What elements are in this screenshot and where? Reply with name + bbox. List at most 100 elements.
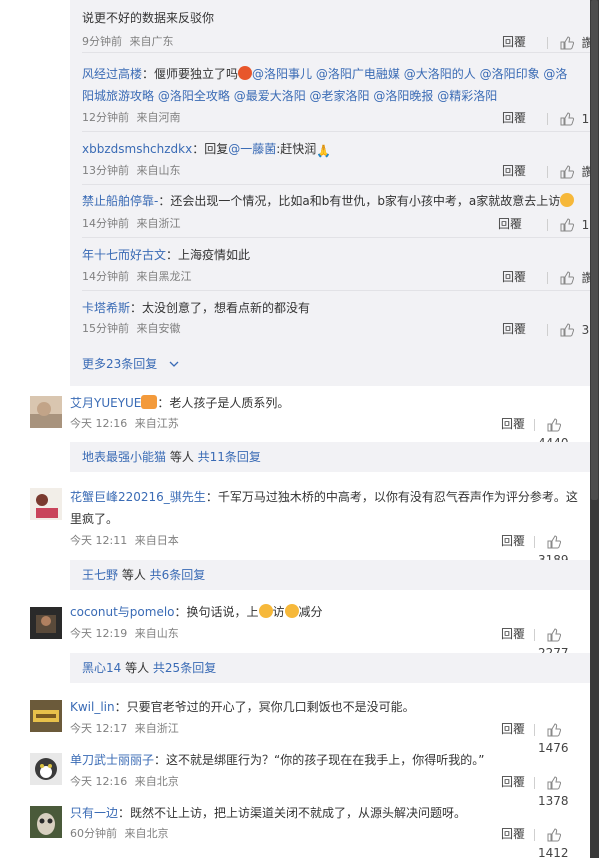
location: 来自山东 — [134, 627, 179, 640]
mention-link[interactable]: @老家洛阳 — [310, 89, 370, 103]
reply-button[interactable]: 回覆 — [501, 720, 525, 738]
comment-meta: 今天 12:17 来自浙江 — [70, 720, 179, 738]
comment-body: ：老人孩子是人质系列。 — [157, 396, 290, 410]
like-button[interactable]: 1476 — [534, 720, 579, 755]
summary-count-link[interactable]: 共11条回复 — [198, 450, 261, 464]
username-link[interactable]: Kwil_lin — [70, 700, 115, 714]
sub-comment-meta: 14分钟前 来自黑龙江 — [82, 268, 192, 286]
reply-summary[interactable]: 王七野 等人 共6条回复 — [70, 560, 590, 590]
like-button[interactable]: 讚 — [547, 268, 590, 286]
reply-button[interactable]: 回覆 — [501, 773, 525, 791]
reply-button[interactable]: 回覆 — [502, 320, 526, 338]
avatar[interactable] — [30, 806, 62, 838]
like-button[interactable]: 1412 — [534, 825, 579, 858]
comment-meta: 今天 12:16 来自北京 — [70, 773, 179, 791]
divider — [534, 535, 535, 548]
divider — [547, 36, 548, 49]
like-button[interactable]: 2277 — [534, 625, 579, 660]
username-link[interactable]: 禁止船舶停靠- — [82, 194, 158, 208]
timestamp: 12分钟前 — [82, 111, 129, 124]
sub-comment-body: ：太没创意了，想看点新的都没有 — [130, 301, 311, 315]
reply-button[interactable]: 回覆 — [501, 415, 525, 433]
reply-button[interactable]: 回覆 — [502, 33, 526, 51]
mention-link[interactable]: @大洛阳的人 — [404, 67, 476, 81]
reply-button[interactable]: 回覆 — [501, 625, 525, 643]
location: 来自河南 — [136, 111, 181, 124]
comment-body: 访 — [272, 605, 285, 619]
scrollbar-thumb[interactable] — [591, 0, 598, 500]
like-button[interactable]: 3189 — [534, 532, 579, 567]
reply-button[interactable]: 回覆 — [502, 162, 526, 180]
reply-summary[interactable]: 地表最强小能猫 等人 共11条回复 — [70, 442, 590, 472]
mention-link[interactable]: @最爱大洛阳 — [234, 89, 306, 103]
comment-text: 只有一边：既然不让上访，把上访渠道关闭不就成了，从源头解决问题呀。 — [70, 802, 584, 824]
reply-button[interactable]: 回覆 — [498, 215, 522, 233]
like-count: 讚 — [581, 270, 590, 285]
sub-comment-text: 年十七而好古文：上海疫情如此 — [82, 244, 574, 266]
divider — [534, 628, 535, 641]
thumbs-up-icon — [560, 322, 574, 337]
divider — [547, 323, 548, 336]
summary-count-link[interactable]: 共6条回复 — [150, 568, 206, 582]
location: 来自浙江 — [134, 722, 179, 735]
username-link[interactable]: 单刀武士丽丽子 — [70, 753, 154, 767]
mention-link[interactable]: @一藤菌 — [228, 142, 276, 156]
username-link[interactable]: coconut与pomelo — [70, 605, 175, 619]
like-button[interactable]: 13 — [547, 215, 590, 233]
sub-comment-text: 禁止船舶停靠-：还会出现一个情况，比如a和b有世仇，b家有小孩中考，a家就故意去… — [82, 190, 590, 212]
like-button[interactable]: 讚 — [547, 162, 590, 180]
divider — [547, 218, 548, 231]
reply-summary[interactable]: 黑心14 等人 共25条回复 — [70, 653, 590, 683]
timestamp: 14分钟前 — [82, 217, 129, 230]
sub-comment-meta: 14分钟前 来自浙江 — [82, 215, 181, 233]
timestamp: 60分钟前 — [70, 827, 117, 840]
summary-count-link[interactable]: 共25条回复 — [153, 661, 216, 675]
username-link[interactable]: 艾月YUEYUE — [70, 396, 141, 410]
like-button[interactable]: 1378 — [534, 773, 579, 808]
username-link[interactable]: 花蟹巨峰220216_骐先生 — [70, 490, 206, 504]
username-link[interactable]: 卡塔希斯 — [82, 301, 130, 315]
mention-link[interactable]: @洛阳晚报 — [373, 89, 433, 103]
location: 来自北京 — [134, 775, 179, 788]
reply-button[interactable]: 回覆 — [502, 268, 526, 286]
comment-meta: 今天 12:19 来自山东 — [70, 625, 179, 643]
avatar[interactable] — [30, 396, 62, 428]
mention-link[interactable]: @洛阳印象 — [480, 67, 540, 81]
avatar[interactable] — [30, 753, 62, 785]
sub-comment: xbbzdsmshchzdkx：回复@一藤菌:赶快润🙏 13分钟前 来自山东 回… — [82, 132, 590, 185]
comment: coconut与pomelo：换句话说，上访减分 今天 12:19 来自山东 回… — [0, 594, 590, 684]
timestamp: 9分钟前 — [82, 35, 122, 48]
username-link[interactable]: xbbzdsmshchzdkx — [82, 142, 192, 156]
mention-link[interactable]: @洛阳事儿 — [252, 67, 312, 81]
comment-text: 单刀武士丽丽子：这不就是绑匪行为？“你的孩子现在在我手上，你得听我的。” — [70, 749, 584, 771]
summary-user[interactable]: 黑心14 — [82, 661, 121, 675]
scrollbar[interactable] — [590, 0, 599, 858]
sub-comment-text: 卡塔希斯：太没创意了，想看点新的都没有 — [82, 297, 574, 319]
username-link[interactable]: 只有一边 — [70, 806, 118, 820]
like-button[interactable]: 讚 — [547, 33, 590, 51]
reply-button[interactable]: 回覆 — [501, 825, 525, 843]
summary-text: 等人 — [121, 661, 153, 675]
comment-body: ：只要官老爷过的开心了，冥你几口剩饭也不是没可能。 — [114, 700, 415, 714]
more-replies-link[interactable]: 更多23条回复 — [82, 354, 179, 373]
reply-button[interactable]: 回覆 — [501, 532, 525, 550]
like-button[interactable]: 3 — [547, 320, 590, 338]
avatar[interactable] — [30, 607, 62, 639]
username-link[interactable]: 风经过高楼 — [82, 67, 142, 81]
summary-user[interactable]: 王七野 — [82, 568, 118, 582]
avatar[interactable] — [30, 488, 62, 520]
username-link[interactable]: 年十七而好古文 — [82, 248, 166, 262]
mention-link[interactable]: @洛阳广电融媒 — [316, 67, 400, 81]
mention-link[interactable]: @洛阳全攻略 — [158, 89, 230, 103]
thumbs-up-icon — [547, 417, 561, 432]
divider — [534, 418, 535, 431]
reply-button[interactable]: 回覆 — [502, 109, 526, 127]
divider — [547, 165, 548, 178]
comment-body: ：换句话说，上 — [174, 605, 259, 619]
summary-user[interactable]: 地表最强小能猫 — [82, 450, 166, 464]
like-button[interactable]: 4440 — [534, 415, 579, 450]
mention-link[interactable]: @精彩洛阳 — [437, 89, 497, 103]
avatar[interactable] — [30, 700, 62, 732]
timestamp: 15分钟前 — [82, 322, 129, 335]
like-button[interactable]: 1 — [547, 109, 590, 127]
